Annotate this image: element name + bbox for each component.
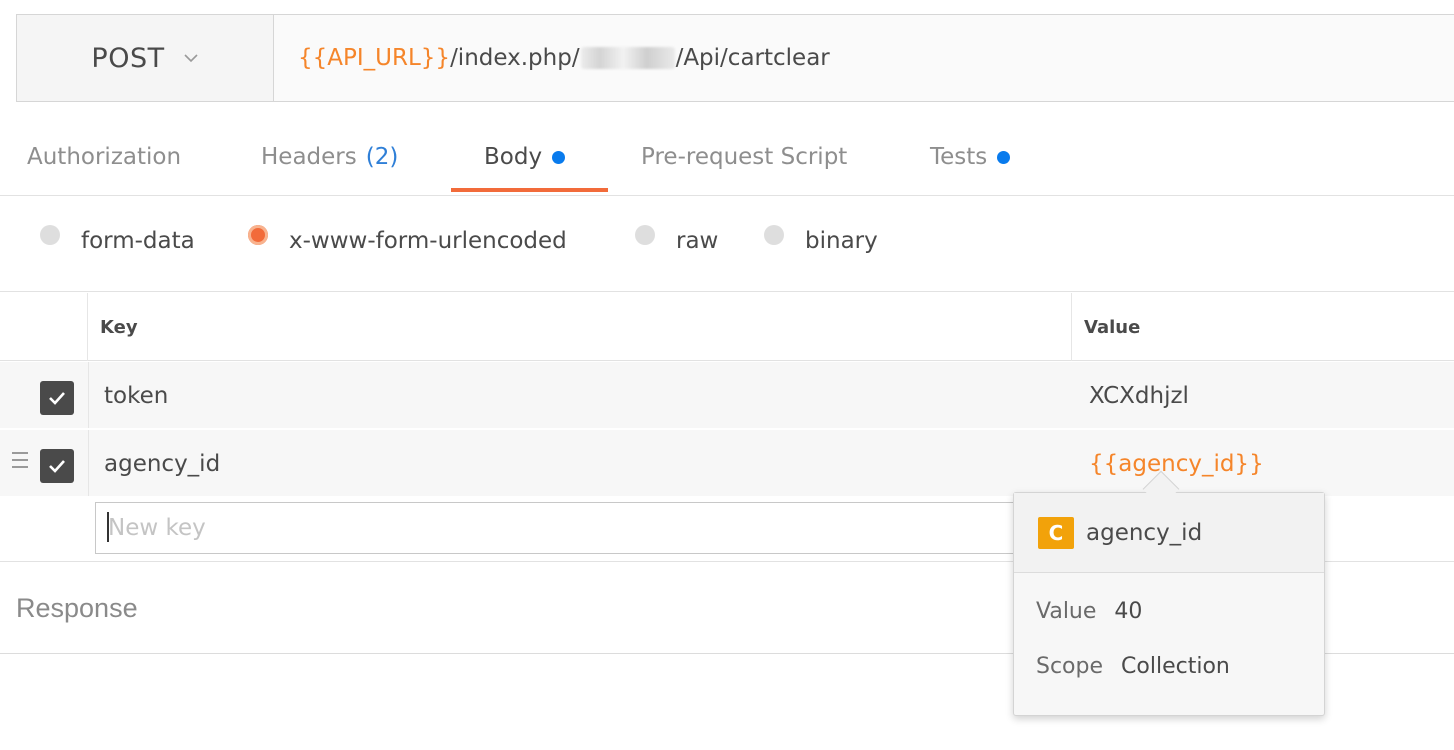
tests-indicator-dot <box>997 150 1011 164</box>
variable-scope-line: Scope Collection <box>1036 654 1230 679</box>
radio-button-checked[interactable] <box>248 225 268 245</box>
tab-label: Headers <box>261 144 357 170</box>
param-key[interactable]: agency_id <box>104 430 220 497</box>
row-checkbox[interactable] <box>40 449 74 483</box>
url-redacted-segment <box>580 47 675 69</box>
tooltip-header: C agency_id <box>1014 493 1324 573</box>
radio-form-data[interactable]: form-data <box>40 198 195 284</box>
param-value[interactable]: XCXdhjzl <box>1089 362 1189 429</box>
url-variable: {{API_URL}} <box>298 45 451 71</box>
value-label: Value <box>1036 599 1097 624</box>
url-path-prefix: /index.php/ <box>450 45 580 71</box>
tab-label: Authorization <box>27 144 182 170</box>
column-divider <box>1071 293 1072 361</box>
radio-raw[interactable]: raw <box>635 198 718 284</box>
radio-label: binary <box>805 228 878 254</box>
header-gutter <box>0 293 88 361</box>
params-table-header: Key Value <box>0 293 1454 361</box>
active-tab-underline <box>451 188 608 192</box>
chevron-down-icon <box>184 54 198 63</box>
tab-authorization[interactable]: Authorization <box>27 118 181 196</box>
radio-button[interactable] <box>764 225 784 245</box>
tab-pre-request-script[interactable]: Pre-request Script <box>641 118 847 196</box>
radio-binary[interactable]: binary <box>764 198 878 284</box>
method-label: POST <box>91 42 165 74</box>
checkmark-icon <box>49 460 65 473</box>
response-label: Response <box>16 593 138 623</box>
radio-x-www-form-urlencoded[interactable]: x-www-form-urlencoded <box>248 198 567 284</box>
request-bar: POST {{API_URL}}/index.php/ /Api/cartclea… <box>16 14 1454 102</box>
body-type-selector: form-data x-www-form-urlencoded raw bina… <box>0 198 1454 292</box>
new-key-input[interactable] <box>95 502 1071 554</box>
radio-label: form-data <box>81 228 195 254</box>
table-row: agency_id {{agency_id}} <box>0 430 1454 497</box>
tab-label: Pre-request Script <box>641 144 848 170</box>
headers-count: (2) <box>365 144 399 170</box>
variable-name: agency_id <box>1086 519 1203 546</box>
request-tabs: Authorization Headers (2) Body Pre-reque… <box>0 118 1454 196</box>
key-cell[interactable] <box>88 430 1071 496</box>
scope-label: Scope <box>1036 654 1104 679</box>
variable-scope: Collection <box>1121 654 1230 679</box>
value-column-header: Value <box>1084 316 1141 338</box>
tab-tests[interactable]: Tests <box>930 118 1011 196</box>
radio-label: x-www-form-urlencoded <box>289 228 567 254</box>
radio-button[interactable] <box>40 225 60 245</box>
collection-scope-icon: C <box>1038 516 1074 549</box>
text-caret <box>107 512 109 542</box>
tab-label: Body <box>484 144 543 170</box>
variable-tooltip: C agency_id Value 40 Scope Collection <box>1013 492 1325 716</box>
radio-label: raw <box>676 228 719 254</box>
method-dropdown[interactable]: POST <box>17 15 274 101</box>
checkmark-icon <box>49 392 65 405</box>
row-checkbox[interactable] <box>40 381 74 415</box>
url-input[interactable]: {{API_URL}}/index.php/ /Api/cartclear <box>274 15 1454 101</box>
key-cell[interactable] <box>88 362 1071 428</box>
tab-body[interactable]: Body <box>484 118 566 196</box>
radio-button[interactable] <box>635 225 655 245</box>
variable-value: 40 <box>1114 599 1143 624</box>
key-column-header: Key <box>100 316 138 338</box>
variable-value-line: Value 40 <box>1036 599 1142 624</box>
param-key[interactable]: token <box>104 362 168 429</box>
tab-headers[interactable]: Headers (2) <box>261 118 398 196</box>
table-row: token XCXdhjzl <box>0 362 1454 429</box>
url-path-suffix: /Api/cartclear <box>675 45 830 71</box>
tab-label: Tests <box>930 144 988 170</box>
drag-handle-icon[interactable] <box>12 452 28 472</box>
body-indicator-dot <box>552 150 566 164</box>
